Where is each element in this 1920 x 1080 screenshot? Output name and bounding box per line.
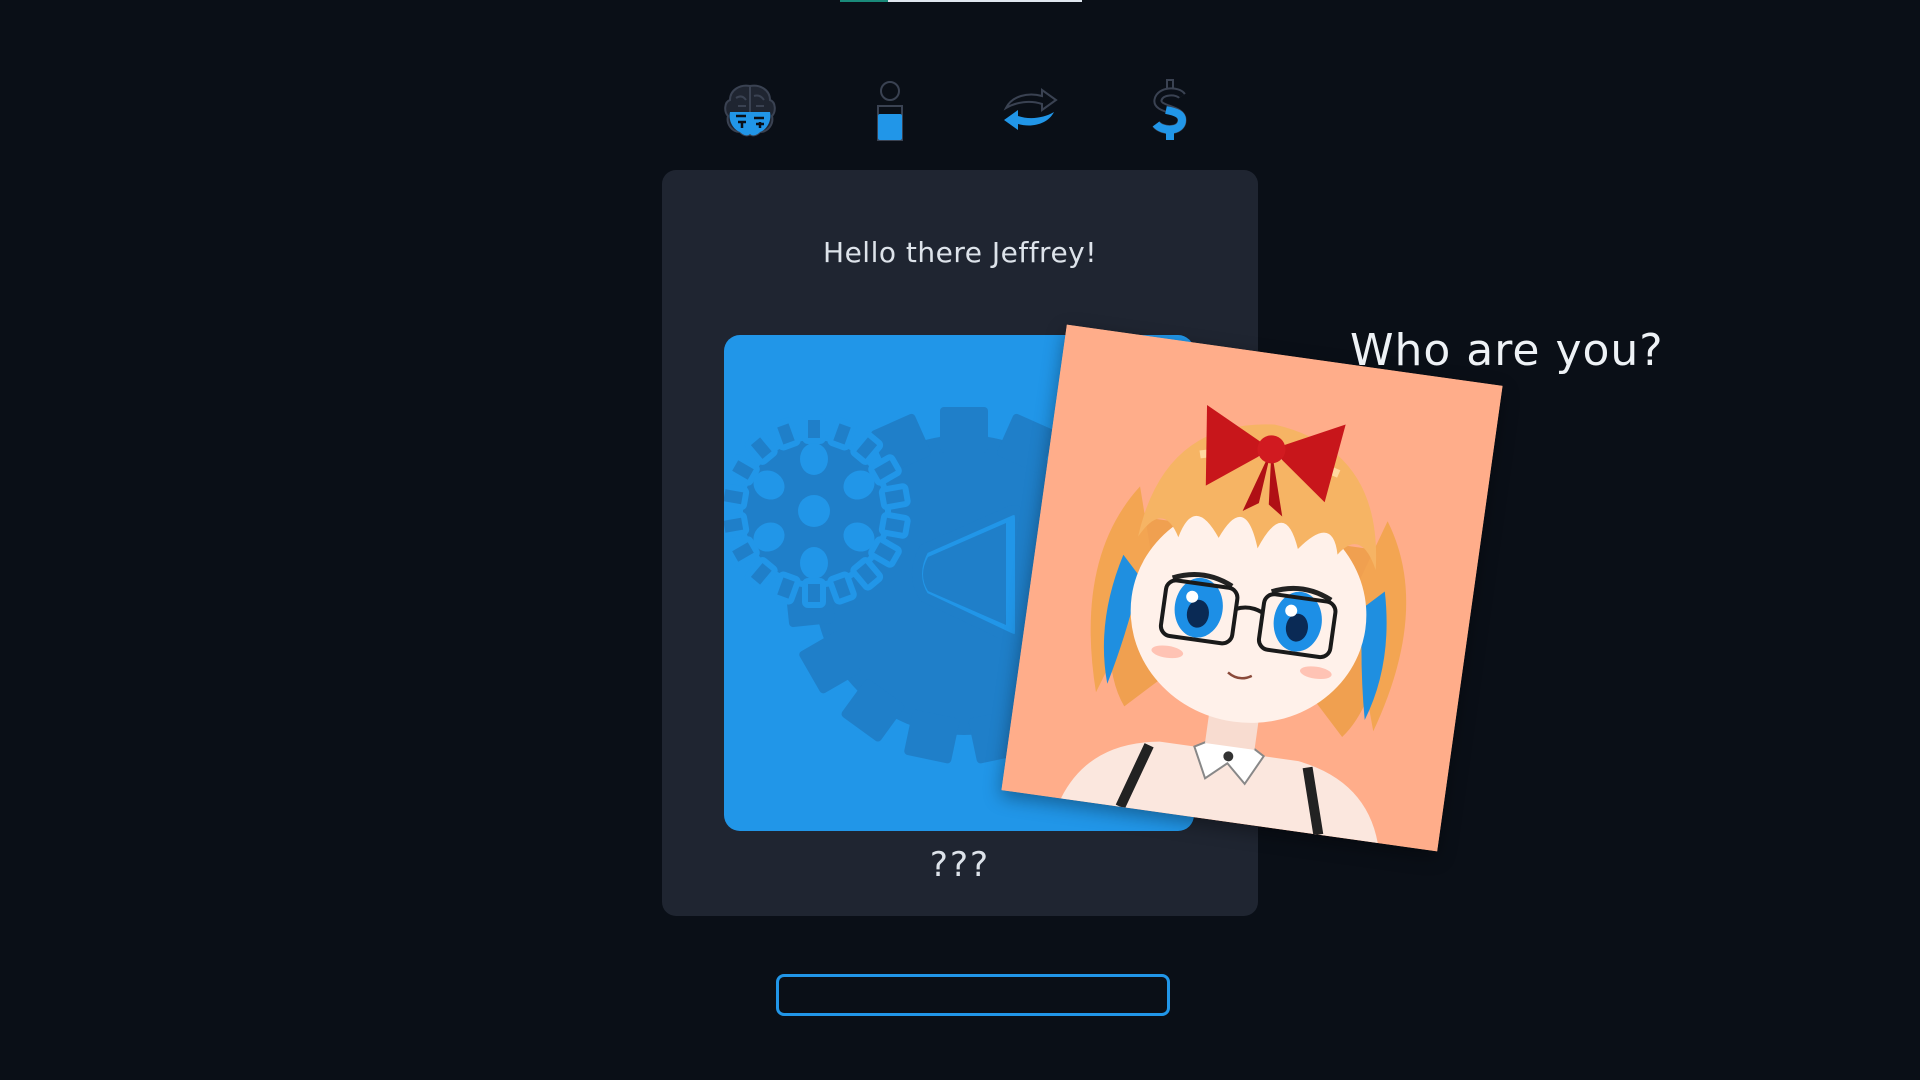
character-name: ???	[929, 845, 991, 885]
person-icon	[877, 81, 903, 141]
step-person[interactable]	[850, 70, 930, 150]
avatar-illustration	[1001, 324, 1503, 852]
who-are-you-prompt: Who are you?	[1350, 325, 1664, 376]
name-input[interactable]	[776, 974, 1170, 1016]
brain-icon	[724, 84, 776, 137]
progress-bar-fill	[840, 0, 889, 2]
progress-bar	[840, 0, 1082, 2]
step-brain[interactable]	[710, 70, 790, 150]
avatar-portrait	[1001, 324, 1503, 852]
step-nav	[700, 70, 1220, 150]
dollar-icon	[1152, 79, 1187, 140]
swap-arrows-icon	[1003, 88, 1058, 130]
step-dollar[interactable]	[1130, 70, 1210, 150]
step-swap[interactable]	[990, 70, 1070, 150]
greeting-text: Hello there Jeffrey!	[823, 236, 1097, 269]
